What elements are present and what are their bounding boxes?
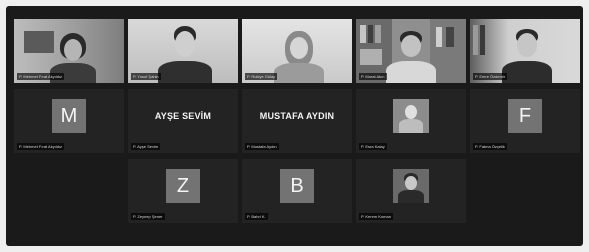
participant-photo: [393, 99, 429, 133]
participant-tile-2[interactable]: P. Yusuf Şahin: [128, 19, 238, 83]
participant-tile-4[interactable]: P. Murat Akın: [356, 19, 466, 83]
participant-photo: [393, 169, 429, 203]
participant-name: P. Emre Özdemir: [473, 73, 508, 80]
participant-name: P. Kerem Koman: [359, 213, 393, 220]
participant-name: P. Yusuf Şahin: [131, 73, 161, 80]
participant-name: P. Esra Kalay: [359, 143, 387, 150]
participant-tile-6[interactable]: M P. Mehmet Fırat Akyıldız: [14, 89, 124, 153]
participant-tile-11[interactable]: Z P. Zeynep Şener: [128, 159, 238, 223]
participant-tile-7[interactable]: AYŞE SEVİM P. Ayşe Sevim: [128, 89, 238, 153]
participant-name: P. Bahri K.: [245, 213, 268, 220]
participant-tile-8[interactable]: MUSTAFA AYDIN P. Mustafa Aydın: [242, 89, 352, 153]
participant-name: P. Rukiye Gülay: [245, 73, 278, 80]
participant-avatar: Z: [166, 169, 200, 203]
participant-tile-13[interactable]: P. Kerem Koman: [356, 159, 466, 223]
participant-tile-5[interactable]: P. Emre Özdemir: [470, 19, 580, 83]
participant-name: P. Mustafa Aydın: [245, 143, 279, 150]
participant-display-name: MUSTAFA AYDIN: [259, 111, 335, 121]
participant-tile-3[interactable]: P. Rukiye Gülay: [242, 19, 352, 83]
participant-tile-10[interactable]: F P. Fatma Özçelik: [470, 89, 580, 153]
participant-avatar: B: [280, 169, 314, 203]
participant-name: P. Ayşe Sevim: [131, 143, 161, 150]
video-meeting-gallery: P. Mehmet Fırat Akyıldız P. Yusuf Şahin …: [6, 6, 583, 246]
participant-name: P. Fatma Özçelik: [473, 143, 507, 150]
participant-tile-9[interactable]: P. Esra Kalay: [356, 89, 466, 153]
participant-name: P. Murat Akın: [359, 73, 387, 80]
participant-name: P. Mehmet Fırat Akyıldız: [17, 143, 65, 150]
participant-tile-12[interactable]: B P. Bahri K.: [242, 159, 352, 223]
participant-avatar: M: [52, 99, 86, 133]
participant-tile-1[interactable]: P. Mehmet Fırat Akyıldız: [14, 19, 124, 83]
participant-display-name: AYŞE SEVİM: [154, 111, 212, 121]
participant-name: P. Zeynep Şener: [131, 213, 165, 220]
participant-avatar: F: [508, 99, 542, 133]
participant-name: P. Mehmet Fırat Akyıldız: [17, 73, 65, 80]
